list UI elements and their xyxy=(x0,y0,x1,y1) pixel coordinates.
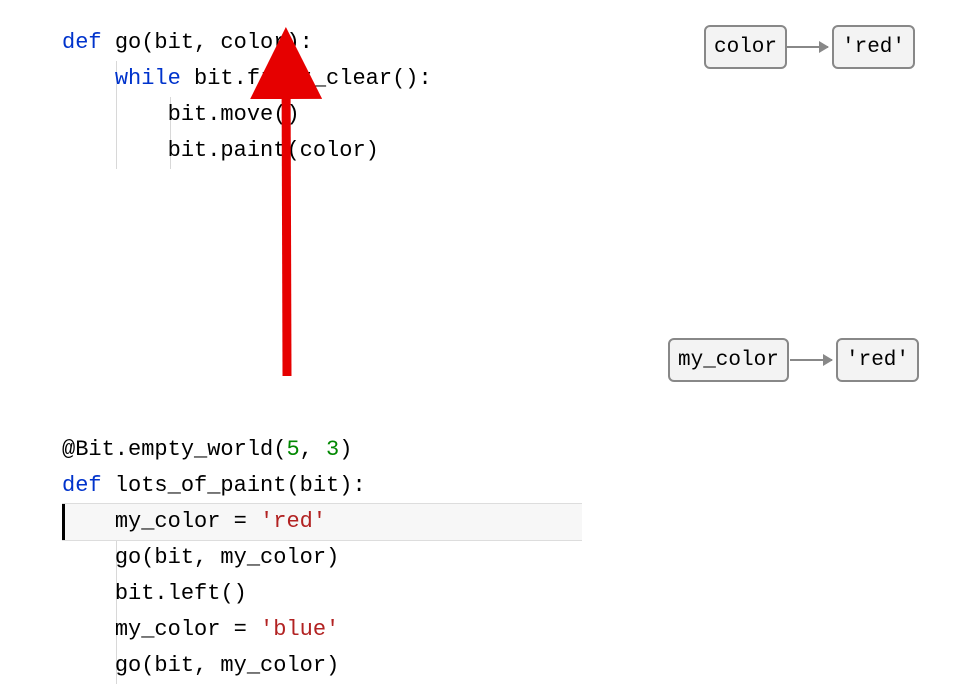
paren: ): xyxy=(286,30,312,55)
string: 'red' xyxy=(260,509,326,534)
params: bit, color xyxy=(154,30,286,55)
code-line: def lots_of_paint(bit): xyxy=(62,468,582,504)
code-line: def go(bit, color): xyxy=(62,25,562,61)
var-box-my-color: my_color xyxy=(668,338,789,382)
value-label: 'red' xyxy=(842,36,905,59)
paren: ) xyxy=(326,653,339,678)
paren: (): xyxy=(392,66,432,91)
code-line: bit.paint(color) xyxy=(62,133,562,169)
params: bit xyxy=(300,473,340,498)
code-line: while bit.front_clear(): xyxy=(62,61,562,97)
code-line: go(bit, my_color) xyxy=(62,540,582,576)
code-line-highlighted: my_color = 'red' xyxy=(62,504,582,540)
value-label: 'red' xyxy=(846,349,909,372)
call: go xyxy=(115,653,141,678)
comma: , xyxy=(300,437,326,462)
indent xyxy=(62,509,115,534)
code-line: go(bit, my_color) xyxy=(62,648,582,684)
call: bit.front_clear xyxy=(194,66,392,91)
paren: ( xyxy=(273,437,286,462)
paren: ( xyxy=(286,138,299,163)
paren: () xyxy=(220,581,246,606)
indent xyxy=(62,581,115,606)
string: 'blue' xyxy=(260,617,339,642)
var-label: color xyxy=(714,36,777,59)
paren: ): xyxy=(339,473,365,498)
keyword-def: def xyxy=(62,30,115,55)
reference-arrow xyxy=(790,359,832,361)
paren: ) xyxy=(339,437,352,462)
indent xyxy=(62,66,115,91)
paren: ( xyxy=(141,30,154,55)
call: bit.move xyxy=(168,102,274,127)
function-name: lots_of_paint xyxy=(115,473,287,498)
var-label: my_color xyxy=(678,349,779,372)
indent xyxy=(62,653,115,678)
paren: () xyxy=(273,102,299,127)
var-box-color: color xyxy=(704,25,787,69)
paren: ( xyxy=(286,473,299,498)
decorator: @Bit.empty_world xyxy=(62,437,273,462)
args: bit, my_color xyxy=(154,653,326,678)
indent xyxy=(62,138,168,163)
indent xyxy=(62,102,168,127)
paren: ( xyxy=(141,545,154,570)
indent xyxy=(62,545,115,570)
arg: color xyxy=(300,138,366,163)
paren: ) xyxy=(366,138,379,163)
code-line: @Bit.empty_world(5, 3) xyxy=(62,432,582,468)
keyword-def: def xyxy=(62,473,115,498)
call: bit.left xyxy=(115,581,221,606)
paren: ) xyxy=(326,545,339,570)
assignment: my_color = xyxy=(115,617,260,642)
paren: ( xyxy=(141,653,154,678)
code-line: my_color = 'blue' xyxy=(62,612,582,648)
code-line: bit.left() xyxy=(62,576,582,612)
code-block-go: def go(bit, color): while bit.front_clea… xyxy=(62,25,562,169)
assignment: my_color = xyxy=(115,509,260,534)
number: 3 xyxy=(326,437,339,462)
keyword-while: while xyxy=(115,66,194,91)
code-line: bit.move() xyxy=(62,97,562,133)
args: bit, my_color xyxy=(154,545,326,570)
indent xyxy=(62,617,115,642)
call: go xyxy=(115,545,141,570)
function-name: go xyxy=(115,30,141,55)
value-box-red: 'red' xyxy=(836,338,919,382)
call: bit.paint xyxy=(168,138,287,163)
code-block-lots-of-paint: @Bit.empty_world(5, 3) def lots_of_paint… xyxy=(62,432,582,684)
number: 5 xyxy=(286,437,299,462)
value-box-red: 'red' xyxy=(832,25,915,69)
reference-arrow xyxy=(786,46,828,48)
